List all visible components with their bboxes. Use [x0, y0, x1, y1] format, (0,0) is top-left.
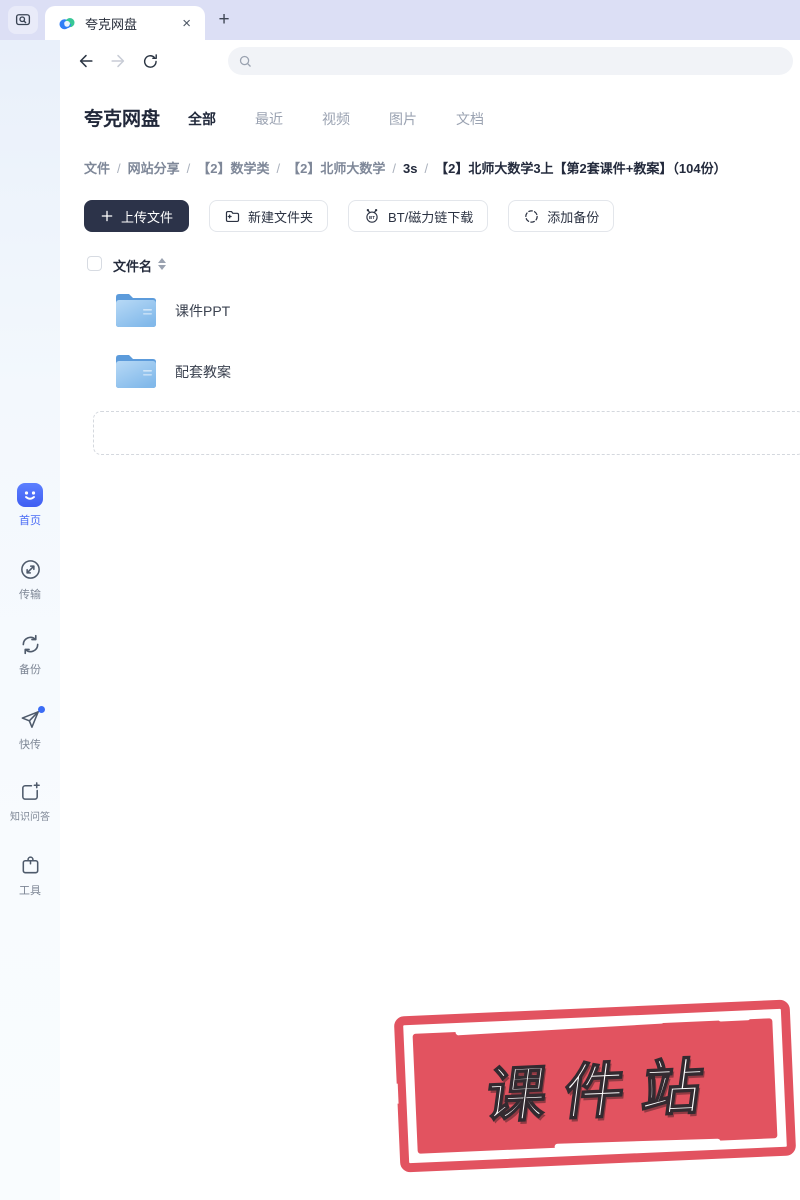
stamp-plate: 课件站 [412, 1015, 778, 1154]
breadcrumb-separator: / [117, 161, 121, 176]
toolbox-icon [19, 854, 42, 877]
tab-recent[interactable]: 最近 [255, 109, 283, 129]
add-backup-button[interactable]: 添加备份 [508, 200, 615, 232]
stamp-distress-mark [515, 1003, 542, 1011]
sidebar-item-transfer[interactable]: 传输 [0, 558, 60, 602]
breadcrumb-item[interactable]: 文件 [84, 161, 110, 176]
breadcrumb-item[interactable]: 【2】北师大数学 [287, 161, 385, 176]
tab-all[interactable]: 全部 [188, 109, 216, 129]
tab-document[interactable]: 文档 [456, 109, 484, 129]
tab-search-button[interactable] [8, 6, 38, 34]
file-row[interactable]: 配套教案 [84, 349, 800, 401]
browser-tab-bar: 夸克网盘 × + [0, 0, 800, 40]
tab-search-icon [14, 11, 32, 29]
watermark-stamp: 课件站 [389, 999, 797, 1173]
backup-sync-icon [19, 633, 42, 656]
sort-desc-arrow [158, 265, 166, 270]
sidebar-item-home[interactable]: 首页 [0, 483, 60, 528]
add-backup-label: 添加备份 [547, 209, 600, 225]
stamp-distress-mark [455, 1017, 665, 1036]
new-tab-button[interactable]: + [212, 8, 236, 32]
sidebar-item-knowledge-qa[interactable]: 知识问答 [0, 780, 60, 823]
new-folder-button[interactable]: 新建文件夹 [209, 200, 329, 232]
breadcrumb-item[interactable]: 网站分享 [128, 161, 180, 176]
upload-dropzone[interactable] [93, 411, 800, 455]
breadcrumb-item[interactable]: 【2】数学类 [197, 161, 269, 176]
tab-title: 夸克网盘 [85, 16, 138, 32]
browser-tab[interactable]: 夸克网盘 × [45, 6, 205, 40]
quark-logo-icon [57, 13, 77, 33]
new-folder-icon [224, 208, 241, 225]
breadcrumb: 文件 / 网站分享 / 【2】数学类 / 【2】北师大数学 / 3s / 【2】北师大数学3上【第2… [84, 158, 727, 177]
sidebar: 首页 传输 备份 快传 知识问答 工具 [0, 40, 60, 1200]
folder-icon [113, 349, 159, 391]
tab-close-icon[interactable]: × [178, 14, 195, 33]
home-icon [17, 483, 43, 507]
stamp-distress-mark [554, 1138, 721, 1150]
browser-search-bar[interactable] [228, 47, 793, 75]
filter-tabs: 全部 最近 视频 图片 文档 [188, 109, 484, 129]
sidebar-item-label: 工具 [19, 885, 41, 897]
refresh-button[interactable] [140, 51, 160, 71]
stamp-distress-mark [389, 1083, 399, 1104]
notification-dot [37, 706, 45, 713]
breadcrumb-item-current: 【2】北师大数学3上【第2套课件+教案】（104份） [435, 161, 727, 176]
sidebar-item-backup[interactable]: 备份 [0, 633, 60, 677]
svg-text:BT: BT [369, 215, 375, 220]
browser-nav-row [60, 40, 800, 82]
toolbar: 上传文件 新建文件夹 BT BT/磁力链下载 添加备份 [84, 200, 615, 232]
quark-drive-screen: 夸克网盘 × + 首页 传输 备份 快传 知识问答 工具 夸克网盘 全部 最近 … [0, 0, 800, 1200]
breadcrumb-separator: / [424, 161, 429, 176]
quick-send-icon [19, 706, 45, 731]
tab-video[interactable]: 视频 [322, 109, 350, 129]
folder-icon [113, 288, 159, 330]
sort-icon[interactable] [158, 258, 166, 270]
breadcrumb-separator: / [186, 161, 191, 176]
select-all-checkbox[interactable] [87, 256, 102, 271]
add-backup-icon [523, 208, 540, 225]
stamp-text: 课件站 [481, 1051, 725, 1130]
bt-magnet-download-button[interactable]: BT BT/磁力链下载 [348, 200, 489, 232]
plus-icon [100, 209, 114, 223]
upload-file-button[interactable]: 上传文件 [84, 200, 190, 232]
knowledge-qa-icon [19, 780, 42, 803]
back-button[interactable] [76, 51, 96, 71]
breadcrumb-separator: / [276, 161, 281, 176]
bt-download-icon: BT [363, 207, 381, 225]
sidebar-item-label: 知识问答 [10, 812, 50, 823]
forward-button[interactable] [108, 51, 128, 71]
sidebar-item-tools[interactable]: 工具 [0, 854, 60, 898]
search-icon [238, 54, 253, 69]
sidebar-item-label: 首页 [19, 515, 41, 527]
sidebar-item-label: 快传 [19, 739, 41, 751]
stamp-distress-mark [718, 1015, 751, 1022]
sidebar-item-quick-send[interactable]: 快传 [0, 706, 60, 752]
sort-asc-arrow [158, 258, 166, 263]
sidebar-item-label: 备份 [19, 664, 41, 676]
search-input[interactable] [259, 53, 783, 69]
sidebar-item-label: 传输 [19, 589, 41, 601]
stamp-distress-mark [689, 1159, 720, 1167]
breadcrumb-separator: / [392, 161, 396, 176]
tab-image[interactable]: 图片 [389, 109, 417, 129]
breadcrumb-item[interactable]: 3s [403, 161, 417, 176]
new-folder-label: 新建文件夹 [248, 209, 314, 225]
page-title: 夸克网盘 [84, 109, 161, 130]
transfer-icon [19, 558, 42, 581]
bt-download-label: BT/磁力链下载 [388, 209, 474, 225]
file-name[interactable]: 课件PPT [175, 301, 230, 321]
upload-file-label: 上传文件 [121, 209, 174, 225]
filename-column-header[interactable]: 文件名 [113, 256, 152, 275]
file-row[interactable]: 课件PPT [84, 288, 800, 340]
file-name[interactable]: 配套教案 [175, 362, 231, 382]
